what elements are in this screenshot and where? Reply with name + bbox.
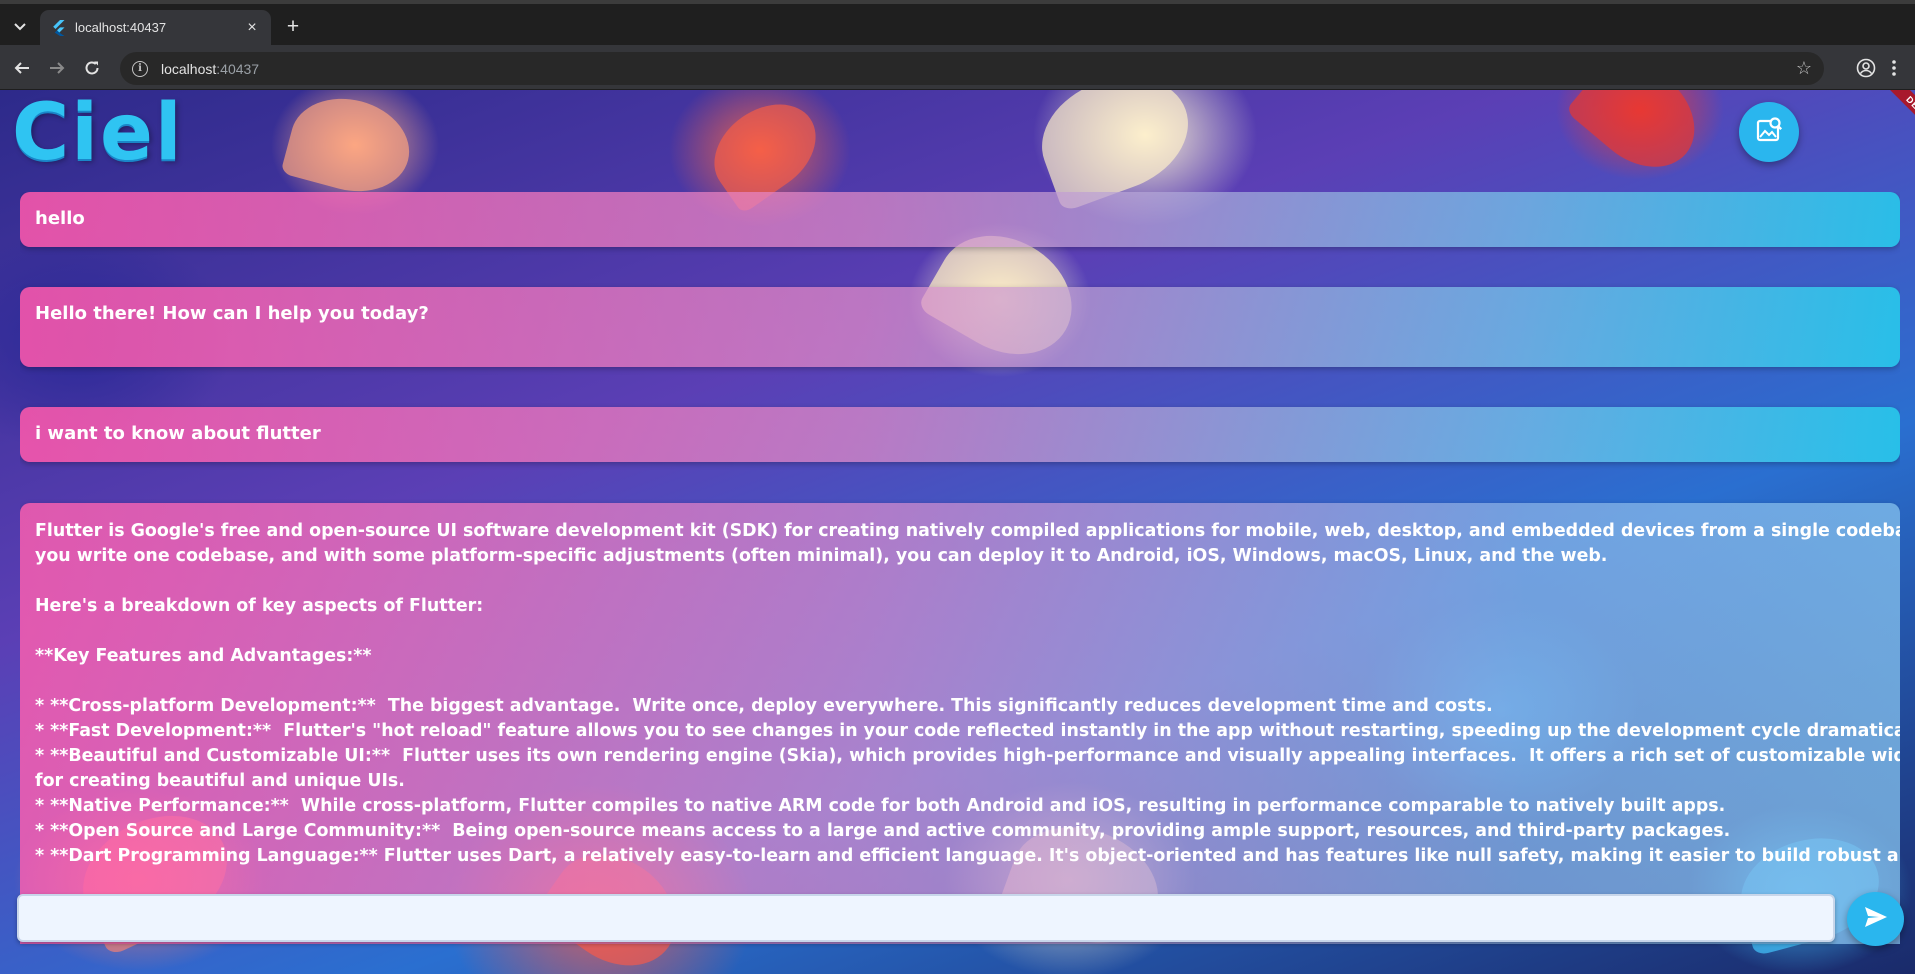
message-line	[35, 569, 1885, 594]
url-text: localhost:40437	[161, 61, 259, 77]
browser-tab-bar: localhost:40437 × +	[0, 0, 1915, 45]
message-line	[35, 669, 1885, 694]
new-tab-button[interactable]: +	[281, 14, 305, 40]
info-icon[interactable]: i	[132, 60, 148, 77]
close-icon[interactable]: ×	[243, 19, 261, 37]
star-icon[interactable]: ☆	[1796, 58, 1812, 79]
reload-icon[interactable]	[78, 54, 106, 82]
arrow-right-icon[interactable]	[43, 54, 71, 82]
image-search-icon	[1755, 116, 1783, 149]
message-bubble-user: i want to know about flutter	[20, 407, 1900, 462]
account-circle-icon[interactable]	[1852, 54, 1880, 82]
image-search-button[interactable]	[1739, 102, 1799, 162]
message-line: * **Fast Development:** Flutter's "hot r…	[35, 721, 1900, 741]
more-vert-icon[interactable]	[1884, 54, 1904, 82]
background-petal	[280, 90, 420, 204]
browser-toolbar: i localhost:40437 ☆	[0, 45, 1915, 90]
chat-list[interactable]: hello Hello there! How can I help you to…	[20, 192, 1900, 944]
send-button[interactable]	[1847, 892, 1904, 946]
message-line	[35, 619, 1885, 644]
message-line: for creating beautiful and unique UIs.	[35, 771, 405, 791]
message-line: * **Cross-platform Development:** The bi…	[35, 696, 1493, 716]
message-line: * **Open Source and Large Community:** B…	[35, 821, 1731, 841]
background-petal	[1565, 90, 1715, 189]
message-input[interactable]	[19, 896, 1833, 940]
message-line: * **Native Performance:** While cross-pl…	[35, 796, 1726, 816]
message-bubble-assistant: Hello there! How can I help you today?	[20, 287, 1900, 367]
message-bubble-user: hello	[20, 192, 1900, 247]
url-port: :40437	[216, 60, 260, 77]
app-viewport: Ciel DEBUG hello Hello there! How can I …	[0, 90, 1915, 974]
message-input-container	[17, 894, 1835, 942]
message-line: you write one codebase, and with some pl…	[35, 546, 1608, 566]
url-host: localhost	[161, 60, 217, 77]
chevron-down-icon[interactable]	[6, 14, 34, 40]
message-line: Here's a breakdown of key aspects of Flu…	[35, 596, 484, 616]
message-line: * **Beautiful and Customizable UI:** Flu…	[35, 746, 1900, 766]
message-line: * **Dart Programming Language:** Flutter…	[35, 846, 1900, 866]
message-line: **Key Features and Advantages:**	[35, 646, 372, 666]
tab-title: localhost:40437	[75, 20, 167, 35]
message-text: Hello there! How can I help you today?	[35, 303, 429, 324]
message-bubble-assistant: Flutter is Google's free and open-source…	[20, 503, 1900, 944]
debug-banner: DEBUG	[1877, 90, 1915, 155]
arrow-left-icon[interactable]	[8, 54, 36, 82]
flutter-logo-icon	[50, 19, 66, 36]
address-bar[interactable]: i localhost:40437 ☆	[120, 52, 1824, 85]
message-text: hello	[35, 208, 85, 229]
send-icon	[1863, 905, 1889, 934]
message-text: i want to know about flutter	[35, 423, 321, 444]
app-logo: Ciel	[12, 90, 184, 178]
browser-tab[interactable]: localhost:40437 ×	[40, 10, 271, 45]
message-line: Flutter is Google's free and open-source…	[35, 521, 1900, 541]
